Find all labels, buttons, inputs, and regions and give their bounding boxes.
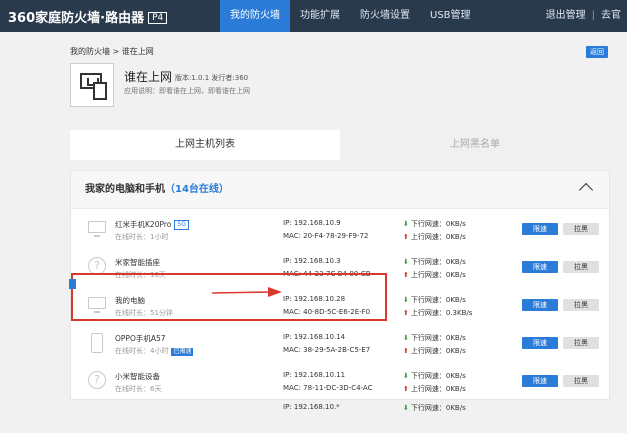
router-logo: 360家庭防火墙·路由器 P4: [8, 7, 168, 26]
top-bar: 360家庭防火墙·路由器 P4 我的防火墙 功能扩展 防火墙设置 USB管理 退出…: [0, 0, 627, 32]
monitor-icon: [88, 219, 106, 239]
main-nav: 我的防火墙 功能扩展 防火墙设置 USB管理: [220, 0, 481, 32]
nav-usb[interactable]: USB管理: [420, 0, 481, 32]
online-duration: 在线时长：4小时 已限速: [115, 347, 194, 356]
device-row: 红米手机K20Pro 5G 在线时长：1小时 IP: 192.168.10.9 M…: [71, 211, 611, 249]
nav-extensions[interactable]: 功能扩展: [290, 0, 350, 32]
online-duration: 在线时长：6天: [115, 385, 162, 393]
device-row: OPPO手机A57 在线时长：4小时 已限速 IP: 192.168.10.14 …: [71, 325, 611, 363]
online-duration: 在线时长：1小时: [115, 233, 169, 241]
app-version: 版本:1.0.1 发行者:360: [175, 74, 249, 82]
phone-shape: [93, 82, 107, 100]
limit-speed-button[interactable]: 限速: [522, 261, 558, 273]
panel-header[interactable]: 我家的电脑和手机（14台在线）: [71, 171, 609, 209]
device-name: 红米手机K20Pro 5G: [115, 219, 189, 230]
device-name: 小米智能设备: [115, 372, 160, 381]
logo-text: 360家庭防火墙·路由器: [8, 11, 145, 26]
limited-badge: 已限速: [171, 348, 194, 356]
blacklist-button[interactable]: 拉黑: [563, 299, 599, 311]
down-arrow-icon: ⬇: [403, 404, 409, 412]
who-online-app-icon: [70, 63, 114, 107]
official-link[interactable]: 去官: [595, 10, 627, 21]
logout-link[interactable]: 退出管理: [540, 10, 592, 21]
limit-speed-button[interactable]: 限速: [522, 375, 558, 387]
down-arrow-icon: ⬇: [403, 372, 409, 380]
down-arrow-icon: ⬇: [403, 296, 409, 304]
tab-blacklist[interactable]: 上网黑名单: [340, 130, 610, 160]
download-speed: ⬇ 下行网速：0KB/s: [403, 220, 466, 228]
upload-speed: ⬆ 上行网速：0KB/s: [403, 271, 466, 279]
collapse-chevron-icon[interactable]: [578, 182, 594, 198]
blacklist-button[interactable]: 拉黑: [563, 375, 599, 387]
device-ip: IP: 192.168.10.3: [283, 257, 341, 265]
network-5g-badge: 5G: [174, 220, 189, 230]
download-speed: ⬇ 下行网速：0KB/s: [403, 372, 466, 380]
down-arrow-icon: ⬇: [403, 334, 409, 342]
upload-speed: ⬆ 上行网速：0KB/s: [403, 385, 466, 393]
download-speed: ⬇ 下行网速：0KB/s: [403, 334, 466, 342]
upload-speed: ⬆ 上行网速：0KB/s: [403, 347, 466, 355]
device-ip: IP: 192.168.10.9: [283, 219, 341, 227]
back-button[interactable]: 返回: [586, 46, 608, 58]
device-name: 米家智能插座: [115, 258, 160, 267]
panel-title: 我家的电脑和手机: [85, 184, 165, 195]
blacklist-button[interactable]: 拉黑: [563, 261, 599, 273]
breadcrumb: 我的防火墙 > 谁在上网: [70, 47, 154, 56]
up-arrow-icon: ⬆: [403, 233, 409, 241]
blacklist-button[interactable]: 拉黑: [563, 223, 599, 235]
download-speed: ⬇ 下行网速：0KB/s: [403, 404, 466, 412]
limit-speed-button[interactable]: 限速: [522, 299, 558, 311]
tab-bar: 上网主机列表 上网黑名单: [70, 130, 610, 160]
blacklist-button[interactable]: 拉黑: [563, 337, 599, 349]
upload-speed: ⬆ 上行网速：0KB/s: [403, 233, 466, 241]
device-name: OPPO手机A57: [115, 334, 166, 343]
device-mac: MAC: 78-11-DC-3D-C4-AC: [283, 384, 373, 392]
down-arrow-icon: ⬇: [403, 258, 409, 266]
nav-firewall-settings[interactable]: 防火墙设置: [350, 0, 420, 32]
device-row: IP: 192.168.10.* ⬇ 下行网速：0KB/s: [71, 395, 611, 433]
highlight-marker: [69, 279, 76, 289]
upload-speed: ⬆ 上行网速：0.3KB/s: [403, 309, 473, 317]
tab-host-list[interactable]: 上网主机列表: [70, 130, 340, 160]
device-mac: MAC: 20-F4-78-29-F9-72: [283, 232, 369, 240]
up-arrow-icon: ⬆: [403, 271, 409, 279]
limit-speed-button[interactable]: 限速: [522, 337, 558, 349]
phone-icon: [91, 333, 103, 353]
red-arrow-icon: [212, 287, 282, 297]
question-icon: ?: [88, 371, 106, 389]
online-count: （14台在线）: [165, 184, 229, 195]
nav-my-firewall[interactable]: 我的防火墙: [220, 0, 290, 32]
model-badge: P4: [148, 12, 168, 24]
app-description: 应用说明：即看谁在上网，即看谁在上网: [124, 87, 250, 95]
download-speed: ⬇ 下行网速：0KB/s: [403, 296, 466, 304]
top-right-links: 退出管理 | 去官: [540, 0, 627, 32]
down-arrow-icon: ⬇: [403, 220, 409, 228]
up-arrow-icon: ⬆: [403, 347, 409, 355]
download-speed: ⬇ 下行网速：0KB/s: [403, 258, 466, 266]
up-arrow-icon: ⬆: [403, 385, 409, 393]
limit-speed-button[interactable]: 限速: [522, 223, 558, 235]
app-title: 谁在上网: [124, 70, 173, 84]
device-ip: IP: 192.168.10.*: [283, 403, 340, 411]
device-ip: IP: 192.168.10.11: [283, 371, 346, 379]
up-arrow-icon: ⬆: [403, 309, 409, 317]
device-ip: IP: 192.168.10.14: [283, 333, 346, 341]
device-mac: MAC: 38-29-5A-2B-C5-E7: [283, 346, 371, 354]
